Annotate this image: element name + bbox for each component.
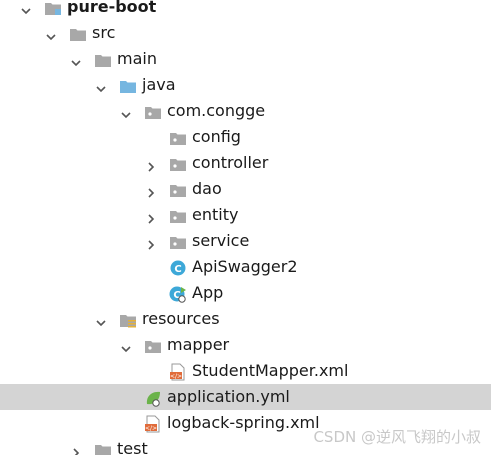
spring-yml-icon (144, 389, 162, 407)
chevron-down-icon[interactable] (45, 28, 57, 41)
package-icon (144, 337, 162, 355)
chevron-right-icon[interactable] (145, 158, 157, 172)
chevron-down-icon[interactable] (120, 106, 132, 119)
xml-file-icon: </> (169, 363, 187, 381)
tree-item-label: com.congge (167, 101, 266, 120)
tree-item-label: src (92, 23, 116, 42)
tree-item-label: service (192, 231, 250, 250)
tree-item-apiswagger2[interactable]: C ApiSwagger2 (0, 254, 491, 280)
tree-item-test[interactable]: test (0, 436, 491, 455)
tree-item-java[interactable]: java (0, 72, 491, 98)
chevron-down-icon[interactable] (95, 80, 107, 93)
chevron-down-icon[interactable] (70, 54, 82, 67)
chevron-right-icon[interactable] (145, 236, 157, 250)
tree-item-controller[interactable]: controller (0, 150, 491, 176)
tree-item-label: logback-spring.xml (167, 413, 320, 432)
tree-item-resources[interactable]: resources (0, 306, 491, 332)
resources-folder-icon (119, 311, 137, 329)
spring-boot-app-icon: C (169, 285, 187, 303)
chevron-right-icon[interactable] (145, 184, 157, 198)
tree-item-com-congge[interactable]: com.congge (0, 98, 491, 124)
svg-text:</>: </> (170, 373, 182, 380)
tree-item-studentmapper-xml[interactable]: </> StudentMapper.xml (0, 358, 491, 384)
tree-item-main[interactable]: main (0, 46, 491, 72)
tree-item-label: controller (192, 153, 269, 172)
tree-item-pure-boot[interactable]: pure-boot (0, 0, 491, 20)
xml-file-icon: </> (144, 415, 162, 433)
module-folder-icon (44, 0, 62, 17)
tree-item-label: mapper (167, 335, 230, 354)
chevron-down-icon[interactable] (120, 340, 132, 353)
folder-icon (94, 441, 112, 455)
svg-text:</>: </> (145, 425, 157, 432)
java-class-icon: C (169, 259, 187, 277)
tree-item-mapper[interactable]: mapper (0, 332, 491, 358)
tree-item-label: App (192, 283, 224, 302)
tree-item-label: main (117, 49, 157, 68)
tree-item-label: java (142, 75, 176, 94)
chevron-down-icon[interactable] (95, 314, 107, 327)
tree-item-label: application.yml (167, 387, 290, 406)
tree-item-src[interactable]: src (0, 20, 491, 46)
tree-item-label: entity (192, 205, 239, 224)
tree-item-label: pure-boot (67, 0, 157, 16)
tree-item-service[interactable]: service (0, 228, 491, 254)
tree-item-label: dao (192, 179, 222, 198)
tree-item-entity[interactable]: entity (0, 202, 491, 228)
tree-item-application-yml[interactable]: application.yml (0, 384, 491, 410)
tree-item-label: StudentMapper.xml (192, 361, 349, 380)
folder-icon (94, 51, 112, 69)
folder-icon (69, 25, 87, 43)
chevron-right-icon[interactable] (70, 444, 82, 455)
chevron-right-icon[interactable] (145, 210, 157, 224)
tree-item-dao[interactable]: dao (0, 176, 491, 202)
package-icon (169, 233, 187, 251)
tree-item-label: resources (142, 309, 220, 328)
tree-item-logback-spring-xml[interactable]: </> logback-spring.xml (0, 410, 491, 436)
tree-item-config[interactable]: config (0, 124, 491, 150)
svg-text:C: C (174, 264, 181, 275)
source-root-folder-icon (119, 77, 137, 95)
tree-item-app[interactable]: C App (0, 280, 491, 306)
project-tree: pure-boot src main java com.congge config cont… (0, 0, 491, 455)
package-icon (169, 155, 187, 173)
tree-item-label: ApiSwagger2 (192, 257, 298, 276)
package-icon (169, 207, 187, 225)
tree-item-label: config (192, 127, 241, 146)
tree-item-label: test (117, 439, 148, 455)
package-icon (169, 181, 187, 199)
package-icon (169, 129, 187, 147)
chevron-down-icon[interactable] (20, 2, 32, 15)
package-icon (144, 103, 162, 121)
